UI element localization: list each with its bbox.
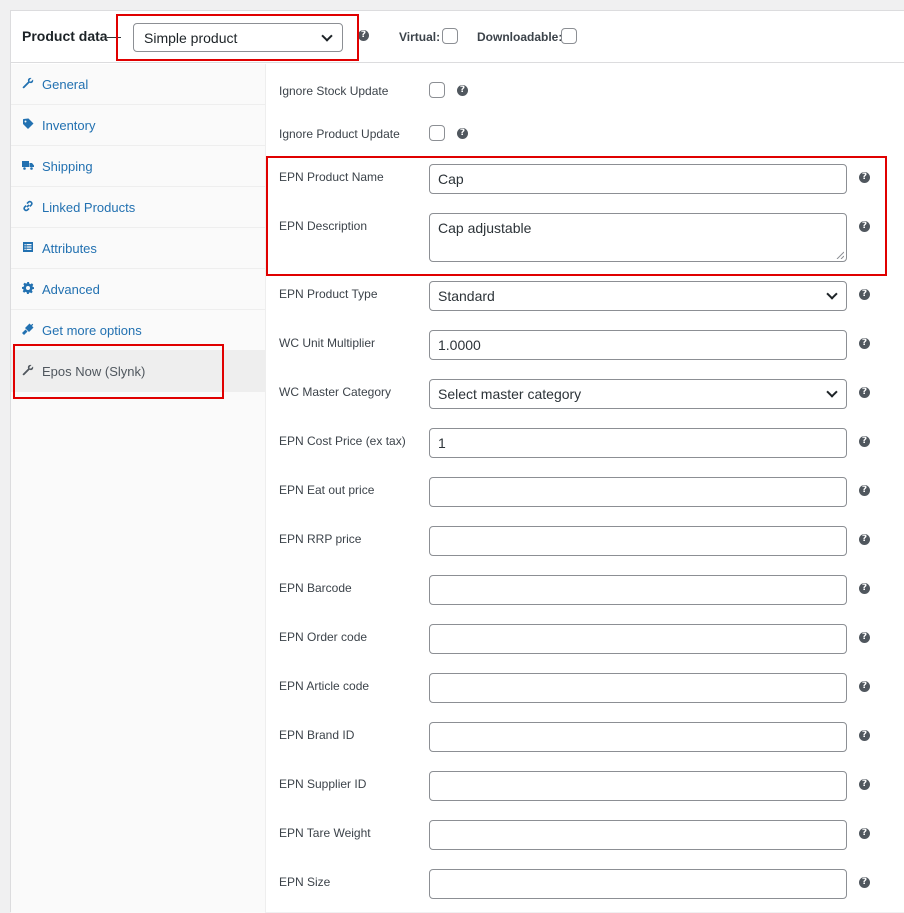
downloadable-label: Downloadable: [477, 30, 563, 44]
help-icon[interactable]: ? [859, 681, 870, 692]
help-icon[interactable]: ? [859, 289, 870, 300]
tab-epos-now[interactable]: Epos Now (Slynk) [11, 351, 266, 392]
barcode-input[interactable] [429, 575, 847, 605]
help-icon[interactable]: ? [859, 828, 870, 839]
resize-handle-icon[interactable] [836, 251, 844, 259]
product-type-select[interactable]: Simple product [133, 23, 343, 52]
product-name-input[interactable]: Cap [429, 164, 847, 194]
downloadable-checkbox[interactable] [561, 28, 577, 44]
cost-price-label: EPN Cost Price (ex tax) [279, 434, 406, 448]
ignore-stock-label: Ignore Stock Update [279, 84, 389, 98]
epn-product-type-select[interactable]: Standard [429, 281, 847, 311]
chevron-down-icon [321, 30, 333, 42]
help-icon[interactable]: ? [859, 779, 870, 790]
help-icon[interactable]: ? [859, 338, 870, 349]
link-icon [22, 200, 34, 212]
help-icon[interactable]: ? [859, 436, 870, 447]
eat-out-price-input[interactable] [429, 477, 847, 507]
tab-get-more-options[interactable]: Get more options [11, 310, 266, 351]
virtual-label: Virtual: [399, 30, 441, 44]
product-data-title: Product data [22, 28, 108, 44]
epn-product-type-value: Standard [438, 288, 495, 304]
tab-inventory-label: Inventory [42, 118, 96, 133]
help-icon[interactable]: ? [859, 534, 870, 545]
article-code-label: EPN Article code [279, 679, 370, 693]
rrp-price-input[interactable] [429, 526, 847, 556]
tab-linked-products-label: Linked Products [42, 200, 136, 215]
product-type-value: Simple product [144, 30, 238, 46]
help-icon[interactable]: ? [859, 877, 870, 888]
master-category-value: Select master category [438, 386, 582, 402]
rrp-price-label: EPN RRP price [279, 532, 362, 546]
tab-shipping-label: Shipping [42, 159, 93, 174]
barcode-label: EPN Barcode [279, 581, 352, 595]
tab-get-more-options-label: Get more options [42, 323, 142, 338]
virtual-checkbox[interactable] [442, 28, 458, 44]
tab-inventory[interactable]: Inventory [11, 105, 266, 146]
description-label: EPN Description [279, 219, 368, 233]
list-icon [22, 241, 34, 253]
help-icon[interactable]: ? [859, 485, 870, 496]
help-icon[interactable]: ? [859, 172, 870, 183]
gear-icon [22, 282, 34, 294]
help-icon[interactable]: ? [859, 632, 870, 643]
plugin-icon [22, 323, 34, 335]
unit-multiplier-input[interactable]: 1.0000 [429, 330, 847, 360]
product-name-label: EPN Product Name [279, 170, 384, 184]
ignore-stock-checkbox[interactable] [429, 82, 445, 98]
tab-advanced-label: Advanced [42, 282, 100, 297]
tab-advanced[interactable]: Advanced [11, 269, 266, 310]
eat-out-price-label: EPN Eat out price [279, 483, 375, 497]
tab-linked-products[interactable]: Linked Products [11, 187, 266, 228]
product-data-header: Product data — Simple product ? Virtual:… [11, 11, 904, 63]
tare-weight-input[interactable] [429, 820, 847, 850]
ignore-product-checkbox[interactable] [429, 125, 445, 141]
tab-general[interactable]: General [11, 64, 266, 105]
help-icon[interactable]: ? [859, 387, 870, 398]
help-icon[interactable]: ? [457, 85, 468, 96]
wrench-icon [22, 364, 34, 376]
size-input[interactable] [429, 869, 847, 899]
tab-attributes[interactable]: Attributes [11, 228, 266, 269]
brand-id-input[interactable] [429, 722, 847, 752]
size-label: EPN Size [279, 875, 331, 889]
tare-weight-label: EPN Tare Weight [279, 826, 371, 840]
master-category-label: WC Master Category [279, 385, 392, 399]
brand-id-label: EPN Brand ID [279, 728, 355, 742]
tab-general-label: General [42, 77, 89, 92]
article-code-input[interactable] [429, 673, 847, 703]
product-type-label: EPN Product Type [279, 287, 378, 301]
chevron-down-icon [826, 288, 838, 300]
product-data-tabs: General Inventory Shipping Linked Produc… [11, 64, 266, 913]
help-icon[interactable]: ? [859, 583, 870, 594]
help-icon[interactable]: ? [358, 30, 369, 41]
product-data-panel: Product data — Simple product ? Virtual:… [10, 10, 904, 913]
description-textarea[interactable]: Cap adjustable [429, 213, 847, 262]
tab-shipping[interactable]: Shipping [11, 146, 266, 187]
description-value: Cap adjustable [438, 220, 532, 236]
wrench-icon [22, 77, 34, 89]
supplier-id-label: EPN Supplier ID [279, 777, 367, 791]
truck-icon [22, 159, 34, 171]
help-icon[interactable]: ? [859, 730, 870, 741]
title-separator: — [107, 28, 121, 44]
unit-multiplier-label: WC Unit Multiplier [279, 336, 376, 350]
cost-price-input[interactable]: 1 [429, 428, 847, 458]
order-code-input[interactable] [429, 624, 847, 654]
tab-attributes-label: Attributes [42, 241, 97, 256]
tab-epos-now-label: Epos Now (Slynk) [42, 364, 146, 379]
supplier-id-input[interactable] [429, 771, 847, 801]
chevron-down-icon [826, 386, 838, 398]
ignore-product-label: Ignore Product Update [279, 127, 400, 141]
help-icon[interactable]: ? [859, 221, 870, 232]
tag-icon [22, 118, 34, 130]
master-category-select[interactable]: Select master category [429, 379, 847, 409]
help-icon[interactable]: ? [457, 128, 468, 139]
order-code-label: EPN Order code [279, 630, 368, 644]
